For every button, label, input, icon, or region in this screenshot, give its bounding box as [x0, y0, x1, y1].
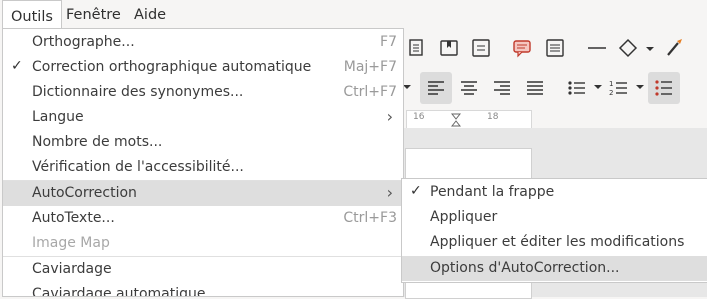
menu-item-langue[interactable]: Langue › [3, 105, 403, 130]
menu-item-label: Caviardage [32, 261, 112, 277]
menu-item-autotexte[interactable]: AutoTexte... Ctrl+F3 [3, 206, 403, 231]
chevron-down-icon[interactable] [594, 83, 602, 91]
menu-item-label: Nombre de mots... [32, 134, 163, 150]
menu-item-label: Pendant la frappe [430, 184, 555, 200]
svg-text:1: 1 [609, 80, 613, 88]
submenu-item-options-autocorrection[interactable]: Options d'AutoCorrection... [402, 256, 707, 281]
chevron-right-icon: › [386, 107, 393, 126]
numbered-list-icon[interactable]: 12 [608, 77, 630, 99]
chevron-down-icon[interactable] [636, 83, 644, 91]
menu-item-autocorrection[interactable]: AutoCorrection › [3, 181, 403, 206]
menu-fenetre[interactable]: Fenêtre [66, 7, 121, 23]
submenu-item-pendant-la-frappe[interactable]: ✓ Pendant la frappe [402, 180, 707, 205]
check-icon: ✓ [11, 58, 23, 74]
menu-item-label: Image Map [32, 235, 110, 251]
menu-item-label: Correction orthographique automatique [32, 59, 312, 75]
menu-item-accelerator: Ctrl+F7 [343, 84, 397, 100]
menu-item-label: Orthographe... [32, 34, 135, 50]
menu-item-label: Caviardage automatique [32, 286, 206, 297]
menu-item-accelerator: Ctrl+F3 [343, 210, 397, 226]
shape-icon[interactable] [617, 37, 639, 59]
menu-item-label: Langue [32, 109, 84, 125]
menu-item-label: Appliquer [430, 209, 498, 225]
ruler-mark: 16 [413, 112, 425, 122]
menu-item-label: AutoCorrection [32, 185, 137, 201]
autocorrection-submenu: ✓ Pendant la frappe Appliquer Appliquer … [401, 178, 707, 283]
menu-item-label: Appliquer et éditer les modifications [430, 234, 685, 250]
track-changes-icon[interactable] [544, 37, 566, 59]
submenu-item-appliquer[interactable]: Appliquer [402, 205, 707, 230]
align-right-icon[interactable] [491, 77, 513, 99]
insert-comment-icon[interactable] [511, 37, 533, 59]
menu-item-label: Vérification de l'accessibilité... [32, 159, 244, 175]
menu-item-image-map: Image Map [3, 231, 403, 256]
menu-item-verification-accessibilite[interactable]: Vérification de l'accessibilité... [3, 155, 403, 180]
menu-item-dictionnaire-synonymes[interactable]: Dictionnaire des synonymes... Ctrl+F7 [3, 80, 403, 105]
menu-item-label: Options d'AutoCorrection... [430, 260, 620, 276]
menu-item-caviardage[interactable]: Caviardage [3, 257, 403, 282]
justify-icon[interactable] [524, 77, 546, 99]
menu-aide[interactable]: Aide [134, 7, 166, 23]
insert-page-icon[interactable] [406, 37, 428, 59]
bulleted-list-icon[interactable] [566, 77, 588, 99]
insert-field-icon[interactable] [470, 37, 492, 59]
menubar: Outils Fenêtre Aide [0, 0, 707, 30]
outline-list-icon[interactable] [653, 77, 675, 99]
menu-item-accelerator: F7 [380, 34, 397, 50]
align-left-icon[interactable] [425, 77, 447, 99]
menu-item-caviardage-automatique[interactable]: Caviardage automatique [3, 282, 403, 297]
menu-item-nombre-de-mots[interactable]: Nombre de mots... [3, 130, 403, 155]
menu-item-label: Dictionnaire des synonymes... [32, 84, 244, 100]
chevron-down-icon[interactable] [403, 83, 411, 91]
indent-marker-icon[interactable] [451, 113, 461, 127]
ruler-mark: 18 [487, 112, 499, 122]
chevron-right-icon: › [386, 183, 393, 202]
menu-item-label: AutoTexte... [32, 210, 115, 226]
menu-item-orthographe[interactable]: Orthographe... F7 [3, 30, 403, 55]
horizontal-ruler: 16 18 [406, 110, 532, 130]
line-icon[interactable] [586, 37, 608, 59]
svg-text:2: 2 [609, 89, 613, 97]
submenu-item-appliquer-editer[interactable]: Appliquer et éditer les modifications [402, 230, 707, 255]
menu-outils[interactable]: Outils [2, 0, 62, 30]
align-center-icon[interactable] [458, 77, 480, 99]
menu-item-correction-auto[interactable]: ✓ Correction orthographique automatique … [3, 55, 403, 80]
chevron-down-icon[interactable] [645, 45, 655, 53]
insert-bookmark-icon[interactable] [438, 37, 460, 59]
menu-item-accelerator: Maj+F7 [343, 59, 397, 75]
brush-icon[interactable] [663, 37, 685, 59]
check-icon: ✓ [410, 183, 422, 199]
outils-dropdown-menu: Orthographe... F7 ✓ Correction orthograp… [2, 28, 404, 297]
